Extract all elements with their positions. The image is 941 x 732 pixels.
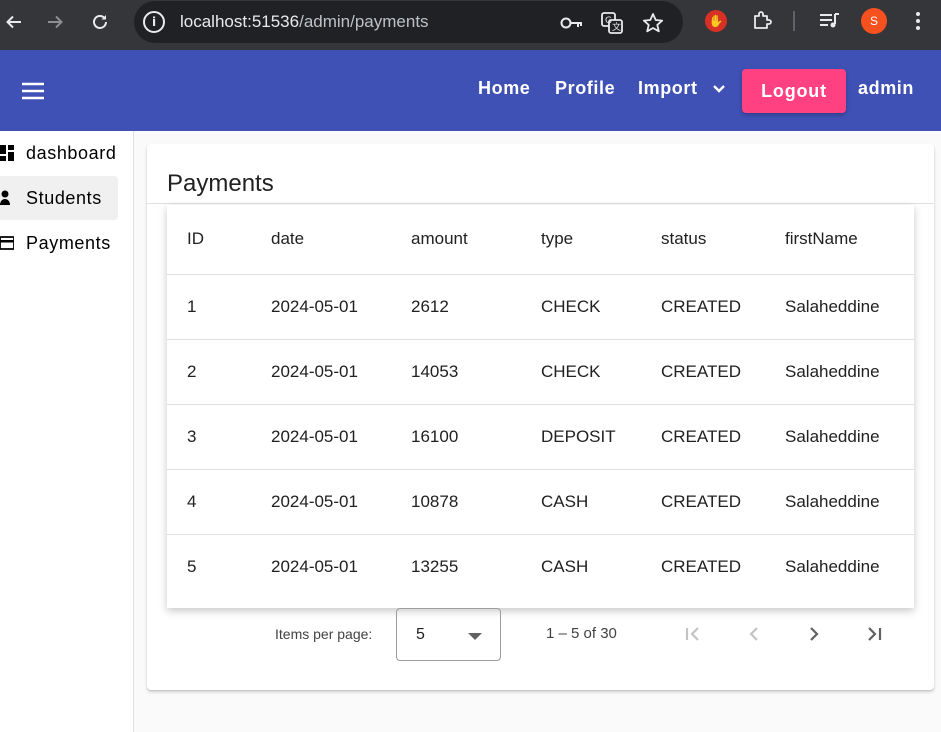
cell-type: DEPOSIT bbox=[541, 404, 661, 470]
cell-amount: 13255 bbox=[411, 556, 459, 576]
page-size-select[interactable]: 5 bbox=[396, 608, 501, 661]
cell-id: 4 bbox=[167, 469, 271, 535]
sidebar-item-students[interactable]: Students bbox=[0, 176, 118, 220]
app-toolbar: Home Profile Import Logout admin bbox=[0, 50, 941, 131]
cell-id: 3 bbox=[167, 404, 271, 470]
current-user-label: admin bbox=[858, 78, 915, 98]
dashboard-icon bbox=[0, 144, 16, 162]
next-page-icon[interactable] bbox=[798, 618, 830, 650]
column-header-date: date bbox=[271, 205, 411, 275]
svg-text:文: 文 bbox=[612, 21, 621, 33]
column-header-id: ID bbox=[167, 205, 271, 275]
extensions-puzzle-icon[interactable] bbox=[749, 8, 775, 34]
cell-id: 2 bbox=[167, 339, 271, 405]
table-row: 1 2024-05-01 2612 CHECK CREATED Salahedd… bbox=[167, 274, 914, 340]
bookmark-star-icon[interactable] bbox=[641, 11, 665, 35]
column-header-type: type bbox=[541, 205, 661, 275]
cell-date: 2024-05-01 bbox=[271, 469, 411, 535]
cell-status: CREATED bbox=[661, 274, 785, 340]
cell-firstname: Salaheddine bbox=[785, 339, 914, 405]
reload-icon[interactable] bbox=[86, 8, 114, 36]
title-divider bbox=[147, 203, 934, 204]
cell-type: CASH bbox=[541, 556, 589, 576]
hamburger-menu-icon[interactable] bbox=[16, 74, 50, 108]
toolbar-separator bbox=[793, 11, 795, 31]
cell-date: 2024-05-01 bbox=[271, 339, 411, 405]
forward-arrow-icon[interactable] bbox=[41, 8, 69, 36]
stop-hand-extension-icon[interactable]: ✋ bbox=[705, 10, 727, 32]
cell-status: CREATED bbox=[661, 404, 785, 470]
column-header-amount: amount bbox=[411, 205, 541, 275]
last-page-icon[interactable] bbox=[858, 618, 890, 650]
cell-type: CHECK bbox=[541, 339, 661, 405]
items-per-page-label: Items per page: bbox=[275, 626, 373, 642]
table-header-row: ID date amount type status firstName bbox=[167, 205, 914, 275]
cell-id: 1 bbox=[167, 274, 271, 340]
sidebar-item-payments[interactable]: Payments bbox=[0, 221, 128, 265]
url-text[interactable]: localhost:51536/admin/payments bbox=[180, 12, 429, 32]
credit-card-icon bbox=[0, 234, 16, 252]
media-controls-icon[interactable] bbox=[816, 8, 842, 34]
site-info-icon[interactable]: i bbox=[143, 11, 165, 33]
payments-table-container: ID date amount type status firstName 1 2… bbox=[167, 205, 914, 608]
previous-page-icon[interactable] bbox=[738, 618, 770, 650]
page-title: Payments bbox=[167, 170, 274, 197]
column-header-firstname: firstName bbox=[785, 205, 914, 275]
page-range-label: 1 – 5 of 30 bbox=[546, 625, 617, 642]
sidebar: dashboard Students Payments bbox=[0, 131, 134, 732]
chevron-down-icon bbox=[712, 78, 726, 99]
nav-profile-link[interactable]: Profile bbox=[555, 78, 615, 99]
cell-status: CREATED bbox=[661, 339, 785, 405]
cell-amount: 14053 bbox=[411, 339, 541, 405]
back-arrow-icon[interactable] bbox=[0, 8, 28, 36]
cell-date: 2024-05-01 bbox=[271, 556, 358, 576]
dropdown-arrow-icon bbox=[468, 633, 482, 640]
cell-date: 2024-05-01 bbox=[271, 404, 411, 470]
cell-type: CASH bbox=[541, 469, 661, 535]
nav-home-link[interactable]: Home bbox=[478, 78, 530, 99]
svg-text:G: G bbox=[605, 16, 612, 26]
cell-status: CREATED bbox=[661, 556, 741, 576]
table-row: 3 2024-05-01 16100 DEPOSIT CREATED Salah… bbox=[167, 404, 914, 470]
cell-firstname: Salaheddine bbox=[785, 274, 914, 340]
cell-status: CREATED bbox=[661, 469, 785, 535]
table-row: 5 2024-05-01 13255 CASH CREATED Salahedd… bbox=[167, 534, 914, 599]
sidebar-item-label: Students bbox=[26, 187, 102, 208]
cell-firstname: Salaheddine bbox=[785, 556, 880, 576]
column-header-status: status bbox=[661, 205, 785, 275]
key-icon[interactable] bbox=[560, 11, 584, 35]
cell-id: 5 bbox=[187, 556, 197, 576]
table-row: 4 2024-05-01 10878 CASH CREATED Salahedd… bbox=[167, 469, 914, 535]
translate-icon[interactable]: G文 bbox=[600, 11, 624, 35]
payments-table: ID date amount type status firstName 1 2… bbox=[167, 205, 914, 599]
sidebar-item-dashboard[interactable]: dashboard bbox=[0, 131, 128, 175]
nav-import-label: Import bbox=[638, 78, 698, 98]
browser-menu-icon[interactable] bbox=[906, 8, 930, 34]
first-page-icon[interactable] bbox=[677, 618, 709, 650]
sidebar-item-label: dashboard bbox=[26, 142, 117, 163]
cell-amount: 10878 bbox=[411, 469, 541, 535]
cell-amount: 16100 bbox=[411, 404, 541, 470]
payments-card: Payments ID date amount type status firs… bbox=[147, 144, 934, 690]
person-icon bbox=[0, 189, 16, 207]
address-bar[interactable]: i localhost:51536/admin/payments G文 bbox=[134, 1, 683, 43]
sidebar-item-label: Payments bbox=[26, 232, 111, 253]
browser-chrome: i localhost:51536/admin/payments G文 ✋ S bbox=[0, 0, 941, 50]
page-size-value: 5 bbox=[416, 626, 425, 643]
cell-firstname: Salaheddine bbox=[785, 404, 914, 470]
cell-amount: 2612 bbox=[411, 274, 541, 340]
logout-button[interactable]: Logout bbox=[742, 69, 846, 113]
profile-avatar[interactable]: S bbox=[861, 8, 887, 34]
nav-import-menu[interactable]: Import bbox=[638, 78, 726, 99]
cell-type: CHECK bbox=[541, 274, 661, 340]
cell-firstname: Salaheddine bbox=[785, 469, 914, 535]
table-row: 2 2024-05-01 14053 CHECK CREATED Salahed… bbox=[167, 339, 914, 405]
cell-date: 2024-05-01 bbox=[271, 274, 411, 340]
